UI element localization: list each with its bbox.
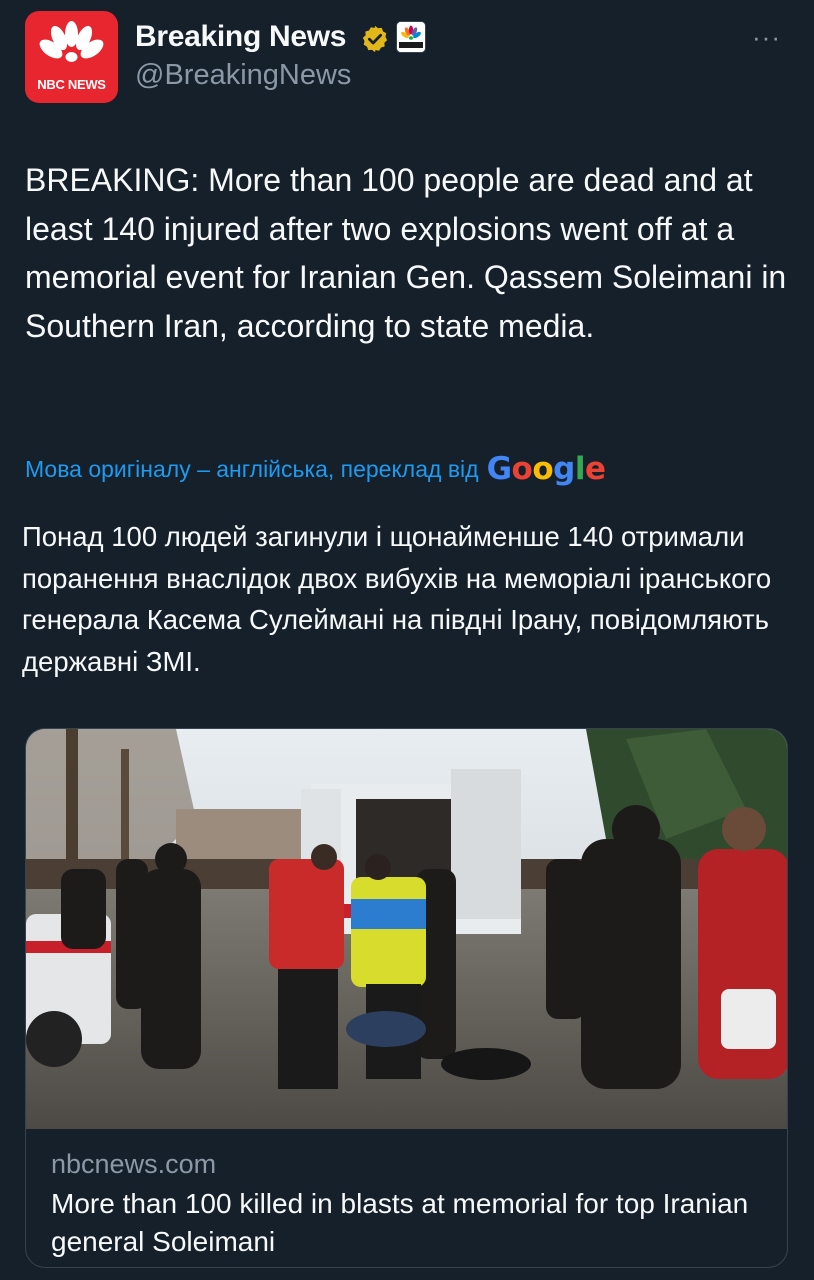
tweet: NBC NEWS Breaking News @BreakingNews ···… (0, 0, 814, 1280)
affiliate-badge[interactable] (396, 21, 426, 53)
link-card[interactable]: nbcnews.com More than 100 killed in blas… (25, 728, 788, 1268)
card-domain[interactable]: nbcnews.com (51, 1149, 216, 1180)
tweet-text: BREAKING: More than 100 people are dead … (25, 162, 787, 344)
display-name[interactable]: Breaking News (135, 20, 346, 54)
google-logo: Google (486, 451, 606, 487)
article-photo[interactable] (26, 729, 788, 1129)
translated-text: Понад 100 людей загинули і щонайменше 14… (22, 521, 772, 677)
more-options-icon[interactable]: ··· (752, 22, 781, 52)
avatar[interactable]: NBC NEWS (25, 11, 118, 103)
translation-attribution[interactable]: Мова оригіналу – англійська, переклад ві… (25, 447, 606, 491)
card-title[interactable]: More than 100 killed in blasts at memori… (51, 1185, 771, 1261)
handle[interactable]: @BreakingNews (135, 59, 351, 92)
verified-icon[interactable] (360, 24, 390, 54)
nbc-affiliate-icon (397, 22, 425, 52)
avatar-label: NBC NEWS (37, 77, 106, 92)
translation-label: Мова оригіналу – англійська, переклад ві… (25, 455, 479, 482)
